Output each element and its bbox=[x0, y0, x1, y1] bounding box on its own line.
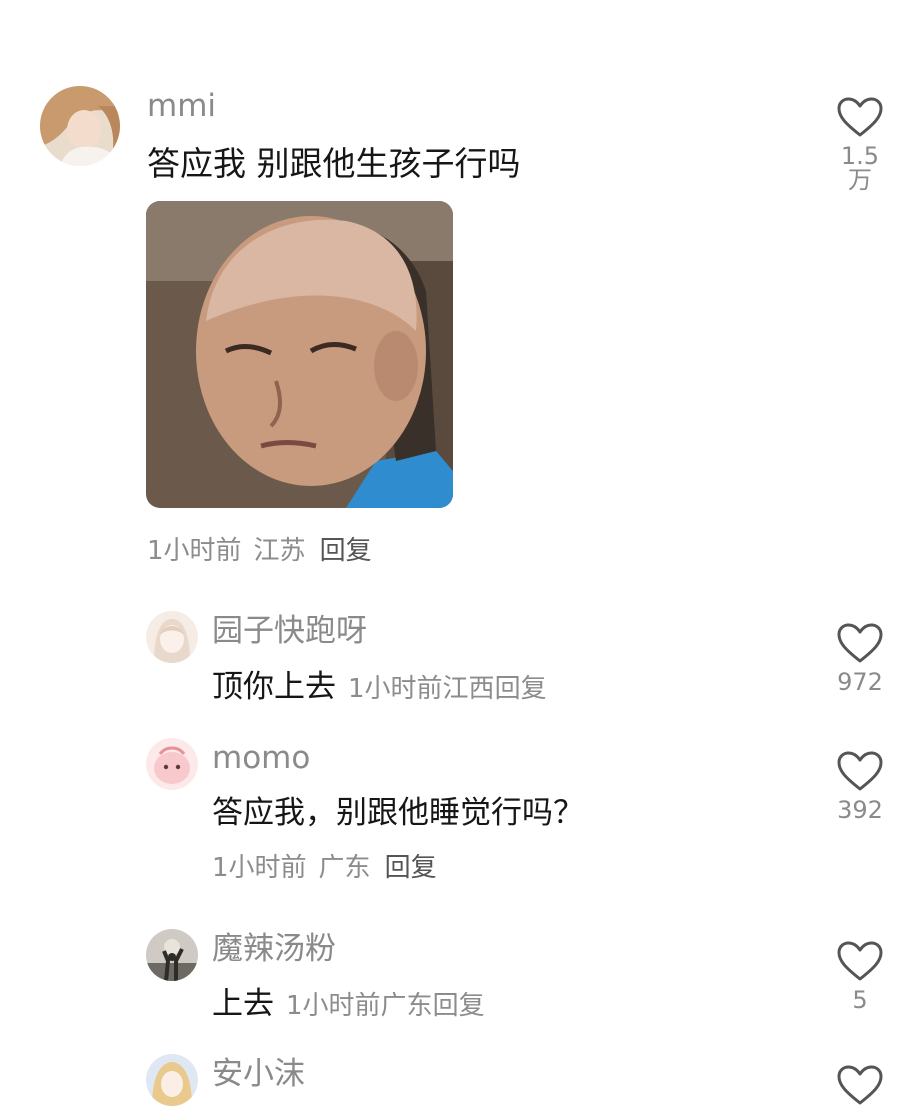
reply-username[interactable]: momo bbox=[212, 743, 310, 774]
meme-sticker-image bbox=[146, 201, 453, 508]
reply-avatar[interactable] bbox=[146, 1054, 198, 1106]
heart-icon[interactable] bbox=[836, 750, 884, 792]
reply-button[interactable]: 回复 bbox=[433, 991, 485, 1021]
reply-button[interactable]: 回复 bbox=[495, 674, 547, 704]
reply-text: 上去 bbox=[212, 986, 274, 1022]
anime-girl-avatar-icon bbox=[146, 611, 198, 663]
reply-like[interactable]: 392 bbox=[830, 750, 890, 822]
reply-avatar[interactable] bbox=[146, 929, 198, 981]
like-count: 5 bbox=[852, 986, 868, 1014]
like-count: 392 bbox=[837, 796, 883, 824]
reply-button[interactable]: 回复 bbox=[320, 536, 372, 566]
reply-avatar[interactable] bbox=[146, 611, 198, 663]
reply-username[interactable]: 园子快跑呀 bbox=[212, 616, 367, 647]
comment-location: 广东 bbox=[318, 853, 371, 883]
reply-like[interactable] bbox=[830, 1064, 890, 1106]
silhouette-avatar-icon bbox=[146, 929, 198, 981]
comment-time: 1小时前 bbox=[212, 853, 307, 883]
heart-icon[interactable] bbox=[836, 96, 884, 138]
reply-username[interactable]: 魔辣汤粉 bbox=[212, 934, 336, 965]
reply-text-line: 上去 1小时前广东回复 bbox=[212, 989, 485, 1020]
reply-text-line: 顶你上去 1小时前江西回复 bbox=[212, 672, 547, 703]
reply-text: 答应我，别跟他睡觉行吗？ bbox=[212, 795, 584, 831]
main-comment-avatar[interactable] bbox=[40, 86, 120, 166]
reply-username[interactable]: 安小沫 bbox=[212, 1059, 305, 1090]
main-comment-like[interactable]: 1.5万 bbox=[830, 96, 890, 192]
heart-icon[interactable] bbox=[836, 1064, 884, 1106]
user-avatar-icon bbox=[40, 86, 120, 166]
main-comment-meta: 1小时前 江苏 回复 bbox=[147, 538, 372, 564]
cartoon-avatar-icon bbox=[146, 738, 198, 790]
like-count: 972 bbox=[837, 668, 883, 696]
comment-time: 1小时前 bbox=[147, 536, 242, 566]
main-comment-text: 答应我 别跟他生孩子行吗 bbox=[147, 144, 521, 183]
reply-like[interactable]: 972 bbox=[830, 622, 890, 694]
comment-location: 广东 bbox=[380, 991, 433, 1021]
reply-button[interactable]: 回复 bbox=[385, 853, 437, 883]
comment-location: 江西 bbox=[442, 674, 495, 704]
heart-icon[interactable] bbox=[836, 622, 884, 664]
like-count: 1.5万 bbox=[840, 142, 880, 194]
anime-girl-avatar-icon bbox=[146, 1054, 198, 1106]
reply-like[interactable]: 5 bbox=[830, 940, 890, 1012]
reply-text: 顶你上去 bbox=[212, 669, 336, 705]
comment-time: 1小时前 bbox=[348, 674, 443, 704]
reply-meta: 1小时前 广东 回复 bbox=[212, 855, 437, 881]
comment-time: 1小时前 bbox=[286, 991, 381, 1021]
comment-location: 江苏 bbox=[253, 536, 306, 566]
main-comment-username[interactable]: mmi bbox=[147, 91, 216, 122]
heart-icon[interactable] bbox=[836, 940, 884, 982]
main-comment-sticker[interactable] bbox=[146, 201, 453, 508]
reply-avatar[interactable] bbox=[146, 738, 198, 790]
